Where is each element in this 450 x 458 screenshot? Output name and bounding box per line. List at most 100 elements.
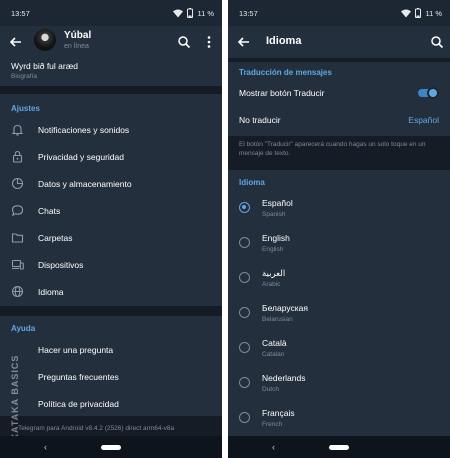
language-name: Español: [262, 198, 293, 208]
settings-item-notifications[interactable]: Notificaciones y sonidos: [0, 116, 222, 143]
language-section: Idioma Español Spanish English English ا…: [228, 170, 450, 436]
version-footer: Telegram para Android v8.4.2 (2526) dire…: [18, 425, 175, 432]
wifi-icon: [401, 9, 412, 18]
language-option[interactable]: Nederlands Dutch: [228, 367, 450, 402]
home-pill[interactable]: [101, 445, 121, 450]
pie-chart-icon: [11, 177, 24, 190]
radio-icon: [239, 307, 250, 318]
language-name: English: [262, 233, 290, 243]
bell-icon: [11, 123, 24, 136]
language-header-label: Idioma: [239, 178, 265, 187]
section-divider: [0, 86, 222, 94]
battery-icon: [415, 8, 422, 18]
language-option[interactable]: Français French: [228, 402, 450, 437]
radio-icon: [239, 237, 250, 248]
translation-section: Traducción de mensajes Mostrar botón Tra…: [228, 62, 450, 136]
settings-item-label: Notificaciones y sonidos: [38, 125, 130, 135]
help-item-privacy-policy[interactable]: Política de privacidad: [0, 390, 222, 417]
profile-status: en línea: [64, 43, 89, 50]
lock-icon: [11, 150, 24, 163]
do-not-translate-row[interactable]: No traducir Español: [228, 106, 450, 132]
wifi-icon: [173, 9, 184, 18]
battery-percent: 11 %: [425, 8, 442, 18]
status-bar: 13:57 11 %: [0, 0, 222, 26]
nav-bar: ‹: [228, 436, 450, 458]
show-translate-label: Mostrar botón Traducir: [239, 88, 325, 98]
do-not-translate-value: Español: [408, 115, 439, 125]
battery-icon: [187, 8, 194, 18]
help-section: Ayuda Hacer una pregunta Preguntas frecu…: [0, 316, 222, 416]
show-translate-toggle[interactable]: [418, 87, 439, 99]
section-divider: [0, 306, 222, 316]
globe-icon: [11, 285, 24, 298]
language-option[interactable]: Español Spanish: [228, 192, 450, 227]
devices-icon: [11, 258, 24, 271]
language-name: Català: [262, 338, 287, 348]
language-header: Idioma: [228, 26, 450, 58]
settings-screen: 13:57 11 % Yúbal en línea Wyrd bið ful a…: [0, 0, 222, 458]
radio-icon: [239, 342, 250, 353]
home-pill[interactable]: [329, 445, 349, 450]
settings-section: Ajustes Notificaciones y sonidos Privaci…: [0, 94, 222, 306]
nav-bar: ‹: [0, 436, 222, 458]
language-english-name: Belarusian: [262, 316, 293, 323]
status-bar: 13:57 11 %: [228, 0, 450, 26]
language-option[interactable]: العربية Arabic: [228, 262, 450, 297]
settings-item-data[interactable]: Datos y almacenamiento: [0, 170, 222, 197]
settings-header: Ajustes: [11, 104, 40, 113]
radio-icon: [239, 272, 250, 283]
language-name: Français: [262, 408, 295, 418]
watermark-text: XATAKA BASICS: [10, 354, 20, 440]
status-time: 13:57: [11, 9, 30, 18]
back-arrow-icon[interactable]: [236, 34, 252, 50]
language-option[interactable]: Беларуская Belarusian: [228, 297, 450, 332]
settings-item-folders[interactable]: Carpetas: [0, 224, 222, 251]
settings-item-label: Chats: [38, 206, 61, 216]
language-english-name: Spanish: [262, 211, 286, 218]
bio-text: Wyrd bið ful aræd: [11, 61, 79, 71]
status-time: 13:57: [239, 9, 258, 18]
settings-item-language[interactable]: Idioma: [0, 278, 222, 305]
settings-item-devices[interactable]: Dispositivos: [0, 251, 222, 278]
settings-item-label: Dispositivos: [38, 260, 84, 270]
watermark: XATAKA BASICS: [2, 322, 24, 442]
nav-back-icon[interactable]: ‹: [44, 442, 47, 452]
settings-item-label: Privacidad y seguridad: [38, 152, 124, 162]
language-option[interactable]: English English: [228, 227, 450, 262]
back-arrow-icon[interactable]: [8, 34, 24, 50]
settings-item-label: Carpetas: [38, 233, 73, 243]
page-title: Idioma: [266, 35, 302, 47]
chat-bubble-icon: [11, 204, 24, 217]
language-english-name: French: [262, 421, 283, 428]
language-name: Беларуская: [262, 303, 308, 313]
help-item-ask-question[interactable]: Hacer una pregunta: [0, 336, 222, 363]
radio-icon: [239, 412, 250, 423]
language-english-name: Arabic: [262, 281, 281, 288]
avatar[interactable]: [34, 29, 56, 51]
radio-selected-icon: [239, 202, 250, 213]
help-item-faq[interactable]: Preguntas frecuentes: [0, 363, 222, 390]
do-not-translate-label: No traducir: [239, 115, 281, 125]
bio-label: Biografía: [11, 73, 38, 80]
help-item-label: Política de privacidad: [38, 399, 119, 409]
bio-section[interactable]: Wyrd bið ful aræd Biografía: [0, 58, 222, 86]
battery-percent: 11 %: [197, 8, 214, 18]
search-icon[interactable]: [176, 34, 192, 50]
settings-item-chats[interactable]: Chats: [0, 197, 222, 224]
language-option[interactable]: Català Catalan: [228, 332, 450, 367]
language-english-name: Dutch: [262, 386, 279, 393]
language-name: العربية: [262, 268, 286, 278]
more-vert-icon[interactable]: [201, 34, 217, 50]
search-icon[interactable]: [429, 34, 445, 50]
language-english-name: English: [262, 246, 284, 253]
translate-hint: El botón "Traducir" aparecerá cuando hag…: [239, 141, 426, 157]
settings-item-label: Datos y almacenamiento: [38, 179, 132, 189]
folder-icon: [11, 231, 24, 244]
radio-icon: [239, 377, 250, 388]
settings-item-privacy[interactable]: Privacidad y seguridad: [0, 143, 222, 170]
nav-back-icon[interactable]: ‹: [272, 442, 275, 452]
language-english-name: Catalan: [262, 351, 285, 358]
toggle-knob: [427, 87, 439, 99]
language-name: Nederlands: [262, 373, 306, 383]
help-item-label: Preguntas frecuentes: [38, 372, 119, 382]
